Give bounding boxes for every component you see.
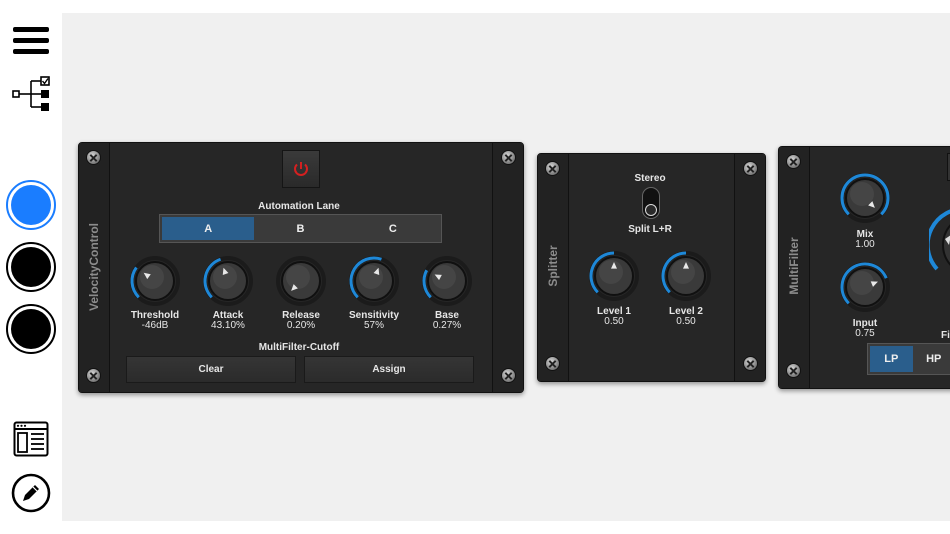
toggle-knob: [645, 204, 657, 216]
layout-icon[interactable]: [13, 421, 49, 457]
automation-lane-label: Automation Lane: [258, 201, 340, 212]
right-rail: [734, 154, 765, 381]
release-knob[interactable]: [275, 255, 327, 307]
attack-knob[interactable]: [202, 255, 254, 307]
automation-lane-selector: A B C: [159, 214, 442, 243]
splitter-module: Splitter Stereo Split L+R Level 1 0.50 L…: [537, 153, 766, 382]
lane-a-tab[interactable]: A: [162, 217, 255, 240]
left-rail: VelocityControl: [79, 143, 110, 392]
slot-2-fill: [11, 247, 51, 287]
rack-canvas: VelocityControl Automation Lane A B C Th…: [62, 13, 950, 521]
mode-lp-tab[interactable]: LP: [870, 346, 913, 372]
stereo-toggle[interactable]: [642, 187, 660, 219]
module-title: VelocityControl: [87, 223, 101, 312]
mode-hp-tab[interactable]: HP: [913, 346, 950, 372]
knob-value: 57%: [363, 320, 384, 331]
knob-value: 1.00: [855, 239, 875, 250]
cutoff-knob[interactable]: [929, 205, 950, 285]
slot-3-fill: [11, 309, 51, 349]
power-button[interactable]: [282, 150, 320, 188]
threshold-knob[interactable]: [129, 255, 181, 307]
knob-value: 0.20%: [286, 320, 316, 331]
left-rail: MultiFilter: [779, 147, 810, 388]
knob-value: 0.50: [676, 316, 696, 327]
clear-button[interactable]: Clear: [126, 356, 296, 383]
power-icon: [294, 162, 308, 176]
sidebar: [0, 0, 62, 534]
screw-icon: [744, 162, 757, 175]
screw-icon: [502, 151, 515, 164]
velocity-control-module: VelocityControl Automation Lane A B C Th…: [78, 142, 524, 393]
screw-icon: [546, 162, 559, 175]
screw-icon: [87, 369, 100, 382]
screw-icon: [787, 155, 800, 168]
filter-mode-selector: LP HP: [867, 343, 950, 375]
level-1-knob[interactable]: [588, 250, 640, 302]
screw-icon: [546, 357, 559, 370]
routing-tree-icon[interactable]: [12, 76, 52, 114]
base-knob[interactable]: [421, 255, 473, 307]
assign-button[interactable]: Assign: [304, 356, 474, 383]
slot-2-button[interactable]: [6, 242, 56, 292]
stereo-label: Stereo: [634, 173, 666, 184]
lane-b-tab[interactable]: B: [254, 217, 346, 240]
slot-1-button[interactable]: [6, 180, 56, 230]
screw-icon: [744, 357, 757, 370]
module-title: Splitter: [546, 245, 560, 287]
level-2-knob[interactable]: [660, 250, 712, 302]
screw-icon: [787, 364, 800, 377]
knob-value: 0.75: [855, 328, 875, 339]
left-rail: Splitter: [538, 154, 569, 381]
knob-value: 0.50: [604, 316, 624, 327]
edit-pencil-icon[interactable]: [11, 473, 51, 513]
module-title: MultiFilter: [787, 237, 801, 295]
knob-value: -46dB: [141, 320, 169, 331]
right-rail: [492, 143, 523, 392]
mix-knob[interactable]: [839, 172, 891, 224]
lane-c-tab[interactable]: C: [347, 217, 439, 240]
screw-icon: [502, 369, 515, 382]
multifilter-module: MultiFilter Mix 1.00 Input 0.75 Fi LP HP: [778, 146, 950, 389]
menu-icon[interactable]: [13, 27, 49, 54]
sensitivity-knob[interactable]: [348, 255, 400, 307]
knob-value: 43.10%: [211, 320, 245, 331]
split-label: Split L+R: [628, 224, 672, 235]
knob-value: 0.27%: [432, 320, 462, 331]
target-parameter-label: MultiFilter-Cutoff: [258, 342, 340, 353]
filter-label: Fi: [941, 330, 950, 341]
slot-3-button[interactable]: [6, 304, 56, 354]
input-knob[interactable]: [839, 261, 891, 313]
screw-icon: [87, 151, 100, 164]
slot-1-fill: [11, 185, 51, 225]
